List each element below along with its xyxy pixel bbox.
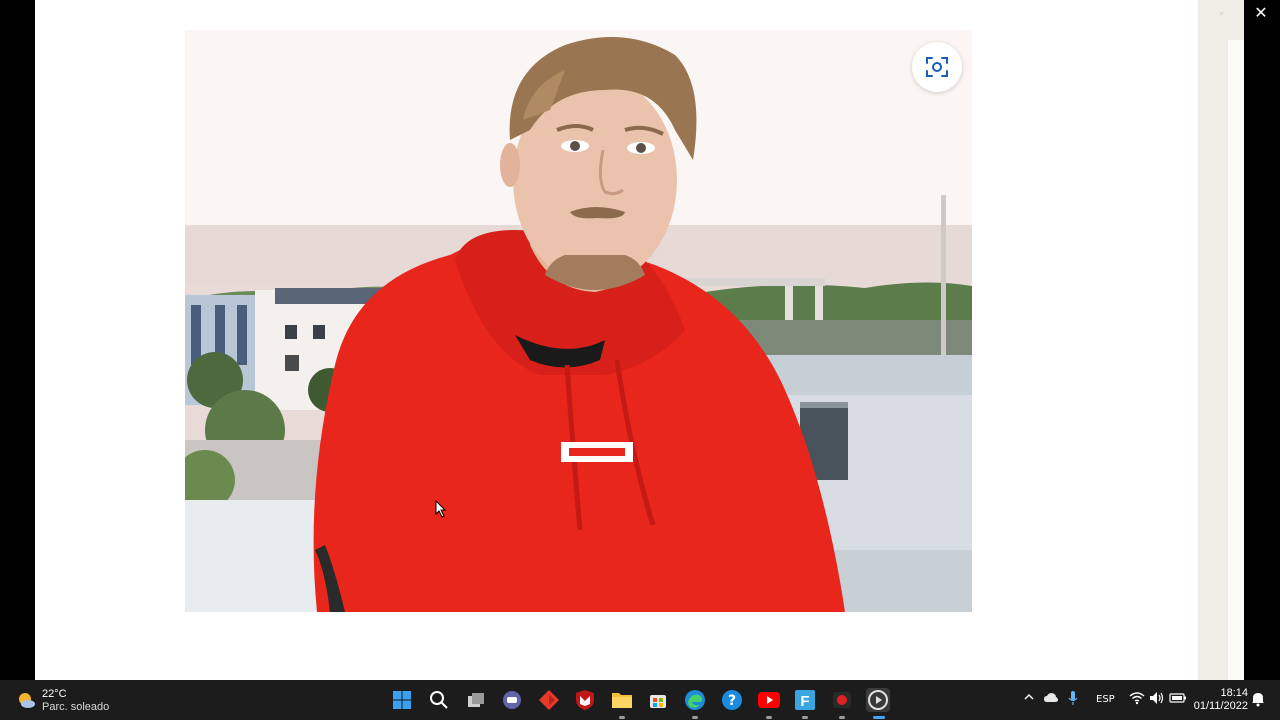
clock-time: 18:14 bbox=[1220, 687, 1248, 699]
running-indicator bbox=[619, 716, 625, 719]
weather-condition: Parc. soleado bbox=[42, 701, 110, 713]
store-button[interactable] bbox=[646, 688, 670, 712]
running-indicator bbox=[692, 716, 698, 719]
main-photo[interactable] bbox=[185, 30, 972, 612]
clock-date: 01/11/2022 bbox=[1193, 700, 1248, 712]
close-button[interactable]: ✕ bbox=[1250, 2, 1272, 24]
notification-icon[interactable] bbox=[1251, 691, 1265, 710]
help-icon: ? bbox=[722, 690, 742, 710]
f-app-icon: F bbox=[795, 690, 815, 710]
running-indicator bbox=[839, 716, 845, 719]
edge-icon bbox=[685, 690, 705, 710]
search-icon bbox=[430, 691, 448, 709]
file-explorer-button[interactable] bbox=[610, 688, 634, 712]
mouse-cursor-icon bbox=[435, 499, 447, 523]
windows-logo-icon bbox=[393, 691, 411, 709]
store-icon bbox=[650, 695, 666, 708]
battery-icon[interactable] bbox=[1169, 691, 1187, 708]
youtube-button[interactable] bbox=[757, 688, 781, 712]
recorder-button[interactable] bbox=[830, 688, 854, 712]
partly-sunny-icon bbox=[19, 693, 35, 708]
weather-temperature: 22°C bbox=[42, 688, 67, 700]
cloud-icon[interactable] bbox=[1043, 691, 1059, 708]
mcafee-icon bbox=[576, 690, 594, 710]
microphone-icon[interactable] bbox=[1068, 690, 1078, 709]
f-app-button[interactable]: F bbox=[793, 688, 817, 712]
media-player-icon bbox=[868, 690, 888, 710]
chat-button[interactable] bbox=[500, 688, 524, 712]
panel-square-icon: ▫ bbox=[1220, 8, 1224, 18]
visual-search-button[interactable] bbox=[912, 42, 962, 92]
youtube-icon bbox=[758, 692, 780, 708]
visual-search-icon bbox=[926, 57, 948, 77]
running-indicator bbox=[766, 716, 772, 719]
task-view-icon bbox=[468, 693, 484, 707]
recorder-icon bbox=[833, 692, 851, 708]
folder-icon bbox=[612, 693, 632, 708]
chevron-up-icon[interactable] bbox=[1023, 691, 1035, 706]
media-player-button[interactable] bbox=[866, 688, 890, 712]
diamond-icon bbox=[539, 690, 559, 710]
panel-scroll-track[interactable] bbox=[1228, 40, 1244, 680]
running-indicator bbox=[802, 716, 808, 719]
search-button[interactable] bbox=[427, 688, 451, 712]
task-view-button[interactable] bbox=[464, 688, 488, 712]
side-panel: ▫ bbox=[1198, 0, 1244, 680]
diamond-app-button[interactable] bbox=[537, 688, 561, 712]
edge-button[interactable] bbox=[683, 688, 707, 712]
photo-drawing bbox=[185, 30, 972, 612]
svg-text:F: F bbox=[800, 693, 809, 710]
wifi-icon[interactable] bbox=[1129, 691, 1145, 708]
taskbar: 22°C Parc. soleado ? F ESP 18:14 01/11/2… bbox=[0, 680, 1280, 720]
mcafee-button[interactable] bbox=[573, 688, 597, 712]
volume-icon[interactable] bbox=[1149, 691, 1165, 708]
help-button[interactable]: ? bbox=[720, 688, 744, 712]
clock[interactable]: 18:14 01/11/2022 bbox=[1192, 687, 1248, 713]
active-indicator bbox=[873, 716, 885, 719]
language-indicator[interactable]: ESP bbox=[1096, 694, 1115, 705]
svg-text:?: ? bbox=[728, 693, 736, 709]
chat-icon bbox=[503, 691, 521, 709]
window-edge bbox=[1244, 0, 1280, 680]
start-button[interactable] bbox=[390, 688, 414, 712]
